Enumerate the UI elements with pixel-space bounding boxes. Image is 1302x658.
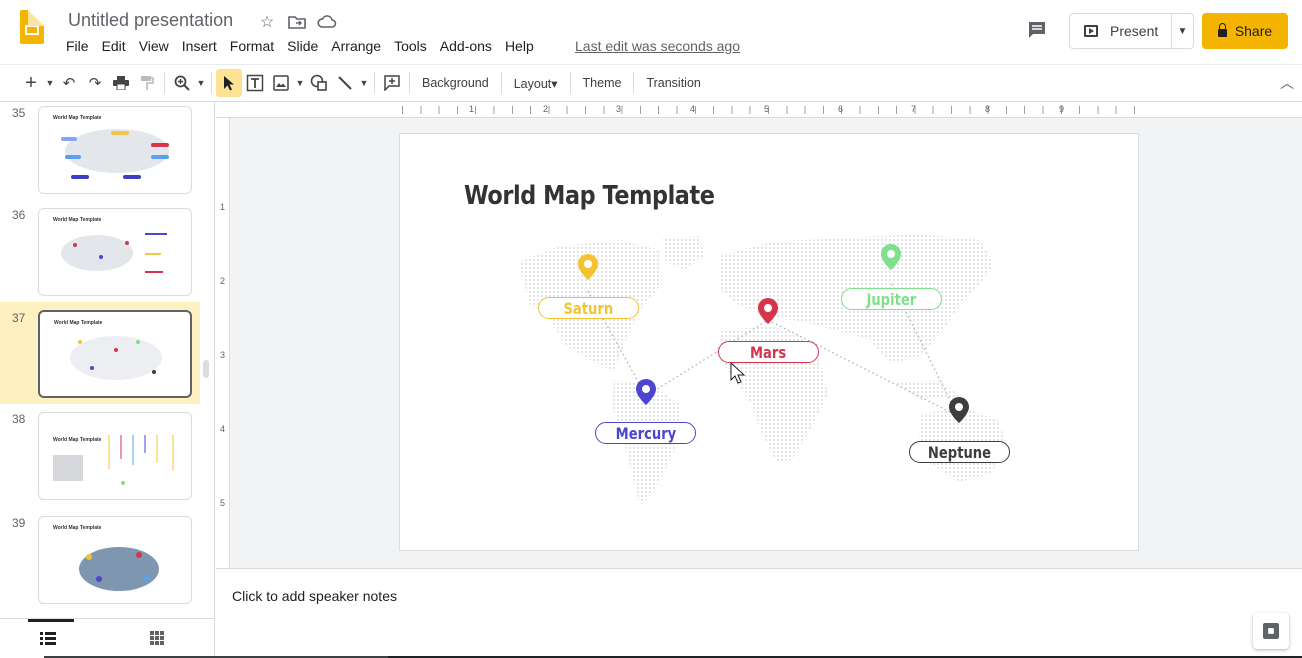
thumbnail-card: World Map Template — [38, 310, 192, 398]
filmstrip-scrollbar[interactable] — [203, 360, 209, 378]
thumbnail-heading: World Map Template — [53, 115, 102, 121]
thumbnail-card: World Map Template — [38, 412, 192, 500]
slide-thumbnail-35[interactable]: 35 World Map Template — [0, 102, 200, 202]
lock-icon — [1217, 23, 1227, 37]
document-title[interactable]: Untitled presentation — [68, 10, 233, 31]
thumbnail-38-art — [53, 435, 174, 485]
thumbnail-card: World Map Template — [38, 208, 192, 296]
pin-mars-icon[interactable] — [758, 298, 778, 324]
menu-file[interactable]: File — [66, 38, 95, 54]
undo-icon[interactable]: ↶ — [56, 69, 82, 97]
speaker-notes-placeholder[interactable]: Click to add speaker notes — [232, 588, 397, 604]
menu-bar: File Edit View Insert Format Slide Arran… — [66, 38, 547, 54]
menu-edit[interactable]: Edit — [102, 38, 132, 54]
background-button[interactable]: Background — [414, 69, 497, 97]
menu-help[interactable]: Help — [505, 38, 540, 54]
thumbnail-heading: World Map Template — [53, 217, 102, 223]
grid-view-icon[interactable] — [150, 631, 164, 650]
slide-number: 36 — [12, 208, 26, 222]
image-icon[interactable] — [268, 69, 294, 97]
slide-thumbnail-37[interactable]: 37 World Map Template — [0, 302, 200, 404]
label-mercury[interactable]: Mercury — [595, 422, 696, 444]
redo-icon[interactable]: ↷ — [82, 69, 108, 97]
label-jupiter[interactable]: Jupiter — [841, 288, 942, 310]
move-folder-icon[interactable] — [286, 11, 308, 33]
zoom-icon[interactable] — [169, 69, 195, 97]
label-neptune[interactable]: Neptune — [909, 441, 1010, 463]
zoom-dropdown-icon[interactable]: ▼ — [195, 69, 207, 97]
menu-format[interactable]: Format — [230, 38, 280, 54]
slide-thumbnail-39[interactable]: 39 World Map Template — [0, 512, 200, 612]
filmstrip: 35 World Map Template 36 World Map Templ… — [0, 102, 215, 658]
slides-logo-icon[interactable] — [20, 10, 44, 44]
comments-icon[interactable] — [1026, 19, 1054, 43]
explore-icon — [1263, 623, 1279, 639]
thumbnail-card: World Map Template — [38, 516, 192, 604]
select-cursor-icon[interactable] — [216, 69, 242, 97]
speaker-notes[interactable]: Click to add speaker notes — [216, 568, 1302, 658]
last-edit-link[interactable]: Last edit was seconds ago — [575, 38, 740, 54]
current-slide[interactable]: World Map Template Saturn Jupiter Mars M… — [400, 134, 1138, 550]
label-mars[interactable]: Mars — [718, 341, 819, 363]
slide-number: 39 — [12, 516, 26, 530]
filmstrip-footer — [0, 618, 214, 658]
thumbnail-heading: World Map Template — [53, 525, 102, 531]
collapse-toolbar-icon[interactable]: ︿ — [1280, 73, 1294, 93]
list-view-icon[interactable] — [40, 631, 56, 650]
transition-button[interactable]: Transition — [638, 69, 708, 97]
label-saturn[interactable]: Saturn — [538, 297, 639, 319]
title-icons: ☆ — [256, 11, 338, 33]
text-box-icon[interactable] — [242, 69, 268, 97]
horizontal-ruler[interactable]: 1 2 3 4 5 6 7 8 9 — [216, 102, 1302, 118]
present-dropdown-icon[interactable]: ▼ — [1172, 26, 1193, 37]
add-comment-icon[interactable] — [379, 69, 405, 97]
slide-thumbnail-36[interactable]: 36 World Map Template — [0, 204, 200, 304]
new-slide-icon[interactable]: + — [18, 69, 44, 97]
line-dropdown-icon[interactable]: ▼ — [358, 69, 370, 97]
cloud-saved-icon[interactable] — [316, 11, 338, 33]
present-icon — [1084, 25, 1098, 37]
paint-format-icon[interactable] — [134, 69, 160, 97]
app-header: Untitled presentation ☆ File Edit View I… — [0, 0, 1302, 64]
explore-button[interactable] — [1253, 613, 1289, 649]
vertical-ruler[interactable]: 1 2 3 4 5 — [216, 118, 230, 568]
line-icon[interactable] — [332, 69, 358, 97]
layout-button[interactable]: Layout▾ — [506, 69, 566, 97]
menu-arrange[interactable]: Arrange — [331, 38, 387, 54]
slide-number: 38 — [12, 412, 26, 426]
thumbnail-heading: World Map Template — [54, 320, 103, 326]
star-icon[interactable]: ☆ — [256, 11, 278, 33]
theme-button[interactable]: Theme — [575, 69, 630, 97]
print-icon[interactable] — [108, 69, 134, 97]
present-button[interactable]: Present — [1070, 14, 1172, 48]
slide-number: 37 — [12, 311, 26, 325]
menu-tools[interactable]: Tools — [394, 38, 433, 54]
share-button[interactable]: Share — [1202, 13, 1288, 49]
slides-app: Untitled presentation ☆ File Edit View I… — [0, 0, 1302, 658]
menu-addons[interactable]: Add-ons — [440, 38, 498, 54]
menu-insert[interactable]: Insert — [182, 38, 223, 54]
thumbnail-heading: World Map Template — [53, 437, 102, 443]
toolbar: + ▼ ↶ ↷ ▼ ▼ ▼ Background Layout▾ Theme T… — [0, 64, 1302, 102]
thumbnail-card: World Map Template — [38, 106, 192, 194]
slide-canvas: 1 2 3 4 5 6 7 8 9 1 2 3 4 5 World Map Te… — [216, 102, 1302, 568]
slide-thumbnail-38[interactable]: 38 World Map Template — [0, 408, 200, 508]
shape-icon[interactable] — [306, 69, 332, 97]
menu-view[interactable]: View — [139, 38, 175, 54]
menu-slide[interactable]: Slide — [287, 38, 324, 54]
image-dropdown-icon[interactable]: ▼ — [294, 69, 306, 97]
slide-number: 35 — [12, 106, 26, 120]
present-button-group: Present ▼ — [1069, 13, 1194, 49]
new-slide-dropdown-icon[interactable]: ▼ — [44, 69, 56, 97]
